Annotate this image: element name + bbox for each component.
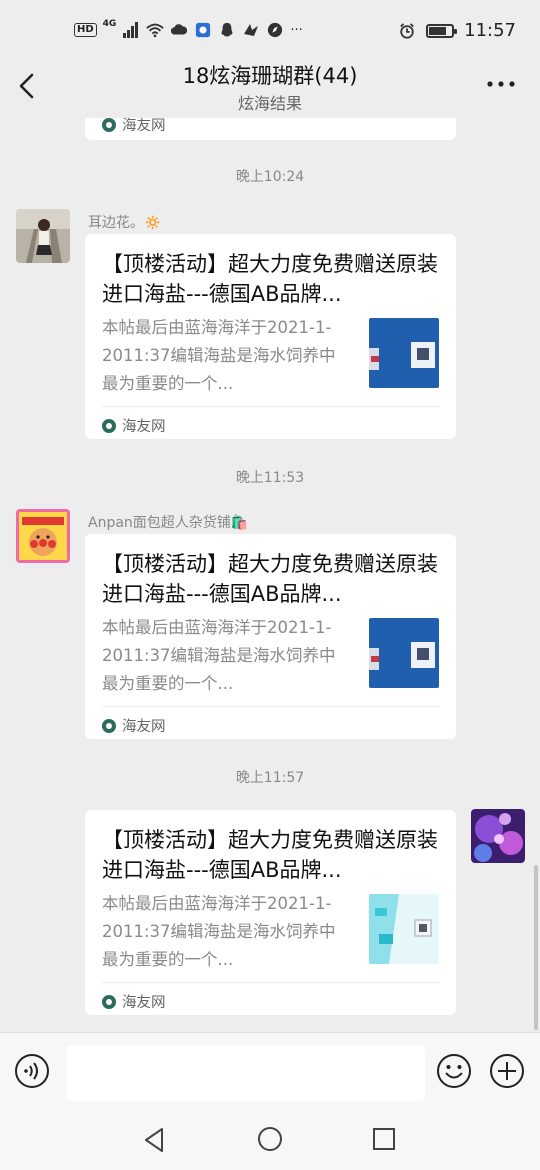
status-icons-right: 11:57: [398, 20, 516, 41]
card-thumbnail: [369, 894, 439, 964]
clock: 11:57: [464, 20, 516, 41]
signal-icon: [123, 22, 139, 38]
nav-back-icon[interactable]: [142, 1126, 168, 1154]
nav-home-icon[interactable]: [257, 1126, 283, 1152]
card-thumbnail: [369, 318, 439, 388]
chat-header: 18炫海珊瑚群(44) 炫海结果: [0, 52, 540, 118]
cloud-icon: [171, 24, 188, 35]
source-logo-icon: [102, 118, 116, 132]
message-timestamp: 晚上10:24: [235, 169, 305, 185]
message-input[interactable]: [66, 1045, 425, 1101]
chat-title: 18炫海珊瑚群(44): [182, 64, 358, 88]
avatar[interactable]: [16, 509, 70, 563]
plus-icon[interactable]: [489, 1053, 525, 1089]
qq-icon: [221, 22, 233, 37]
card-title: 【顶楼活动】超大力度免费赠送原装进口海盐---德国AB品牌...: [102, 552, 438, 606]
card-source: 海友网: [102, 415, 166, 436]
sender-name: Anpan面包超人杂货铺🛍️: [88, 515, 249, 531]
avatar-coral: [471, 809, 525, 863]
card-source: 海友网: [102, 991, 166, 1012]
network-type: 4G: [102, 19, 117, 29]
hd-badge: HD: [74, 23, 97, 37]
status-icons-left: HD 4G ···: [74, 19, 303, 38]
scrollbar[interactable]: [534, 865, 538, 1030]
compass-icon: [268, 22, 283, 38]
message-timestamp: 晚上11:57: [235, 770, 305, 786]
battery-icon: [426, 23, 458, 38]
source-logo-icon: [102, 418, 116, 433]
avatar[interactable]: [16, 209, 70, 263]
emoji-icon[interactable]: [436, 1053, 472, 1089]
input-bar: [0, 1032, 540, 1111]
card-source: 海友网: [102, 715, 166, 736]
source-logo-icon: [102, 994, 116, 1009]
card-description: 本帖最后由蓝海海洋于2021-1-2011:37编辑海盐是海水饲养中最为重要的一…: [102, 318, 336, 393]
my-avatar[interactable]: [471, 809, 525, 863]
more-status-icons: ···: [290, 22, 303, 38]
source-logo-icon: [102, 718, 116, 733]
voice-input-icon[interactable]: [14, 1053, 50, 1089]
wifi-icon: [146, 23, 165, 38]
chat-subtitle: 炫海结果: [237, 94, 302, 113]
card-title: 【顶楼活动】超大力度免费赠送原装进口海盐---德国AB品牌...: [102, 828, 438, 882]
card-description: 本帖最后由蓝海海洋于2021-1-2011:37编辑海盐是海水饲养中最为重要的一…: [102, 618, 336, 693]
system-navigation-bar: [0, 1110, 540, 1170]
card-divider: [102, 982, 439, 983]
link-card-previous[interactable]: 海友网: [85, 118, 456, 140]
chat-messages[interactable]: 海友网 晚上10:24 耳边花。🔅 【顶楼活动】超大力度免费赠送原装进口海盐--…: [0, 118, 540, 1032]
avatar-photo: [16, 209, 70, 263]
more-options-icon[interactable]: [486, 74, 516, 94]
app-notification-icon: [196, 22, 211, 38]
card-source: 海友网: [102, 118, 166, 135]
avatar-anpanman: [16, 509, 70, 563]
link-card[interactable]: 【顶楼活动】超大力度免费赠送原装进口海盐---德国AB品牌... 本帖最后由蓝海…: [85, 534, 456, 739]
card-description: 本帖最后由蓝海海洋于2021-1-2011:37编辑海盐是海水饲养中最为重要的一…: [102, 894, 336, 969]
card-divider: [102, 706, 439, 707]
sender-name: 耳边花。🔅: [88, 215, 162, 231]
alarm-icon: [400, 22, 414, 39]
card-title: 【顶楼活动】超大力度免费赠送原装进口海盐---德国AB品牌...: [102, 252, 438, 306]
card-divider: [102, 406, 439, 407]
message-timestamp: 晚上11:53: [235, 470, 305, 486]
card-thumbnail: [369, 618, 439, 688]
link-card[interactable]: 【顶楼活动】超大力度免费赠送原装进口海盐---德国AB品牌... 本帖最后由蓝海…: [85, 234, 456, 439]
nav-recent-apps-icon[interactable]: [372, 1127, 396, 1151]
app-icon: [244, 24, 259, 36]
link-card[interactable]: 【顶楼活动】超大力度免费赠送原装进口海盐---德国AB品牌... 本帖最后由蓝海…: [85, 810, 456, 1015]
